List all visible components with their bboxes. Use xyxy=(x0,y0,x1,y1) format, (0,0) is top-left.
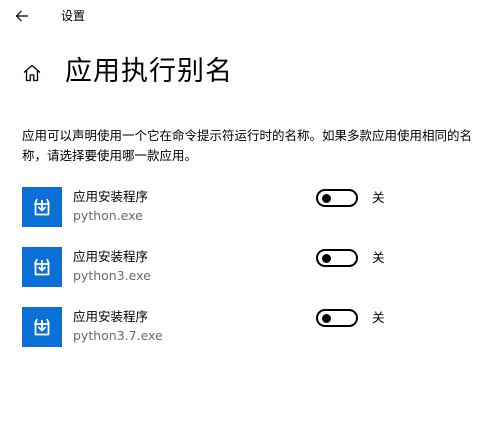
toggle-state-label: 关 xyxy=(372,250,385,265)
toggle-knob xyxy=(322,254,331,263)
app-tile xyxy=(22,187,62,227)
toggle-knob xyxy=(322,314,331,323)
alias-toggle-python3[interactable] xyxy=(316,249,358,267)
back-button[interactable] xyxy=(8,2,36,30)
app-name: 应用安装程序 xyxy=(73,249,149,264)
executable-name: python.exe xyxy=(73,208,143,223)
arrow-left-icon xyxy=(15,10,28,22)
executable-name: python3.exe xyxy=(73,268,151,283)
alias-toggle-python[interactable] xyxy=(316,189,358,207)
app-name: 应用安装程序 xyxy=(73,309,149,324)
package-box-icon xyxy=(34,198,50,216)
toggle-knob xyxy=(322,194,331,203)
title-bar: 设置 xyxy=(0,0,479,32)
app-tile xyxy=(22,307,62,347)
settings-window: 设置 应用执行别名 应用可以声明使用一个它在命令提示符运行时的名称。如果多款应用… xyxy=(0,0,479,425)
app-tile xyxy=(22,247,62,287)
package-box-icon xyxy=(34,318,50,336)
page-description: 应用可以声明使用一个它在命令提示符运行时的名称。如果多款应用使用相同的名称，请选… xyxy=(22,128,473,163)
home-icon xyxy=(23,64,41,82)
alias-toggle-python3-7[interactable] xyxy=(316,309,358,327)
app-title: 设置 xyxy=(61,9,86,23)
alias-row: 应用安装程序 python3.exe 关 xyxy=(22,247,462,287)
home-button[interactable] xyxy=(20,61,44,85)
alias-row: 应用安装程序 python3.7.exe 关 xyxy=(22,307,462,347)
alias-row: 应用安装程序 python.exe 关 xyxy=(22,187,462,227)
executable-name: python3.7.exe xyxy=(73,328,163,343)
package-box-icon xyxy=(34,258,50,276)
app-name: 应用安装程序 xyxy=(73,189,149,204)
toggle-state-label: 关 xyxy=(372,310,385,325)
page-title: 应用执行别名 xyxy=(65,56,233,87)
toggle-state-label: 关 xyxy=(372,190,385,205)
